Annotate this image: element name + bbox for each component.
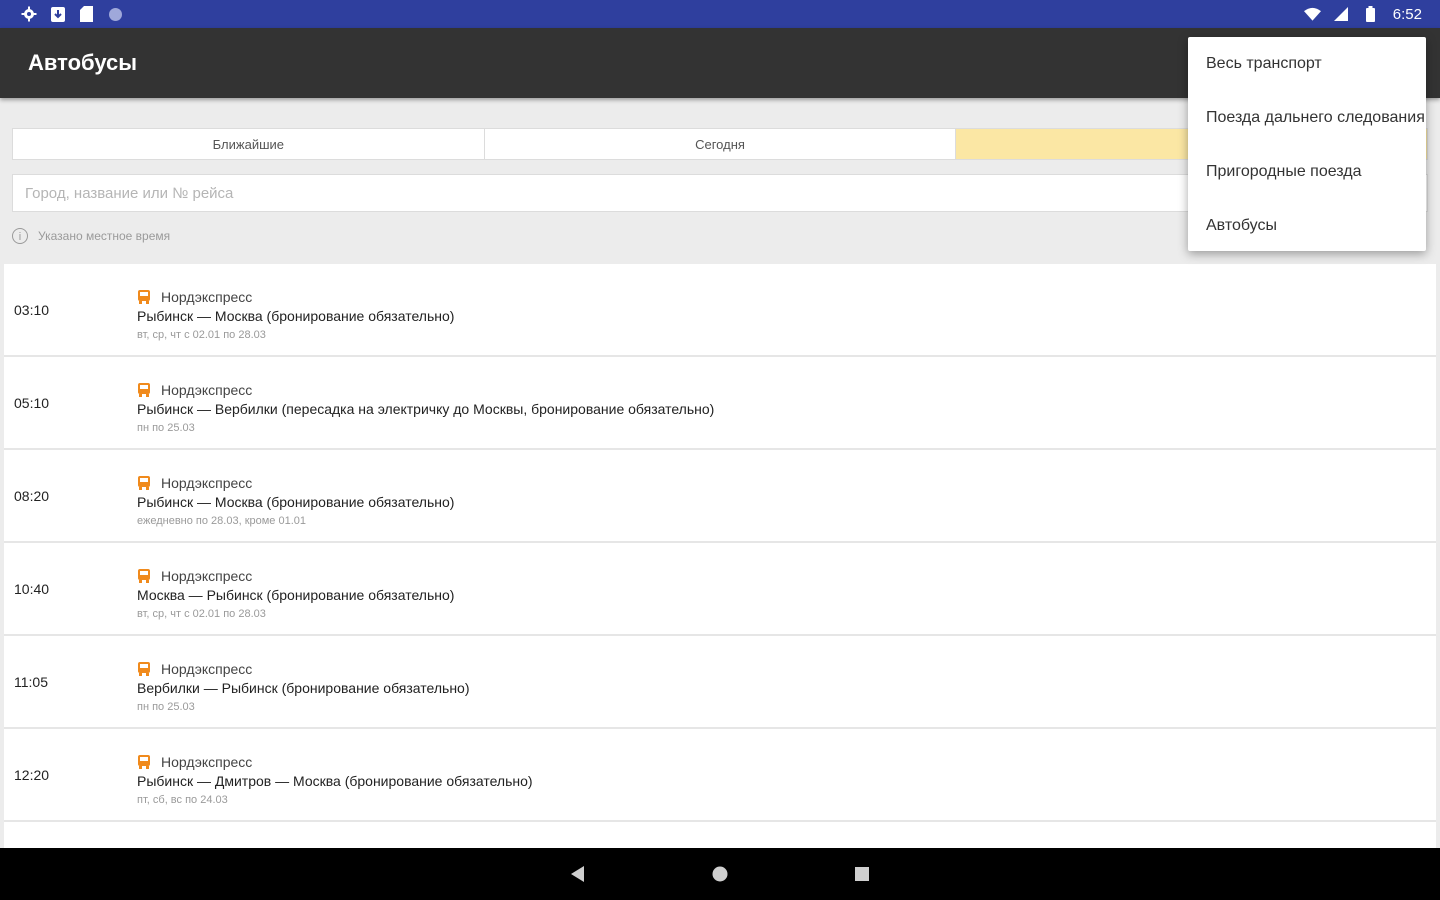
run-days: пн по 25.03 bbox=[137, 422, 195, 434]
run-days: ежедневно по 28.03, кроме 01.01 bbox=[137, 515, 307, 527]
carrier-name: Нордэкспресс bbox=[161, 753, 253, 770]
carrier-name: Нордэкспресс bbox=[161, 474, 253, 491]
departure-time: 03:10 bbox=[14, 301, 50, 318]
bus-icon bbox=[137, 568, 151, 583]
navigation-bar bbox=[0, 848, 1440, 900]
status-bar-system: 6:52 bbox=[1303, 5, 1422, 23]
run-days: пн по 25.03 bbox=[137, 701, 195, 713]
carrier-name: Нордэкспресс bbox=[161, 288, 253, 305]
list-item[interactable]: 03:10 Нордэкспресс Рыбинск — Москва (бро… bbox=[4, 264, 1436, 355]
tab-nearest[interactable]: Ближайшие bbox=[13, 129, 485, 159]
bus-icon bbox=[137, 661, 151, 676]
departure-time: 08:20 bbox=[14, 487, 50, 504]
schedule-list: 03:10 Нордэкспресс Рыбинск — Москва (бро… bbox=[4, 264, 1436, 848]
battery-icon bbox=[1362, 6, 1379, 23]
download-icon bbox=[49, 6, 66, 23]
recents-icon[interactable] bbox=[852, 864, 872, 884]
menu-item-all-transport[interactable]: Весь транспорт bbox=[1188, 37, 1426, 91]
route-name: Рыбинск — Вербилки (пересадка на электри… bbox=[137, 401, 715, 417]
run-days: вт, ср, чт с 02.01 по 28.03 bbox=[137, 329, 266, 341]
back-icon[interactable] bbox=[568, 864, 588, 884]
settings-icon bbox=[20, 6, 37, 23]
menu-item-suburban-trains[interactable]: Пригородные поезда bbox=[1188, 145, 1426, 199]
list-item[interactable]: 12:20 Нордэкспресс Рыбинск — Дмитров — М… bbox=[4, 729, 1436, 820]
list-item[interactable]: 05:10 Нордэкспресс Рыбинск — Вербилки (п… bbox=[4, 357, 1436, 448]
list-item[interactable]: 10:40 Нордэкспресс Москва — Рыбинск (бро… bbox=[4, 543, 1436, 634]
departure-time: 10:40 bbox=[14, 580, 50, 597]
route-name: Москва — Рыбинск (бронирование обязатель… bbox=[137, 587, 455, 603]
signal-icon bbox=[1333, 6, 1350, 23]
hint-text: Указано местное время bbox=[38, 229, 171, 243]
carrier-name: Нордэкспресс bbox=[161, 381, 253, 398]
clock: 6:52 bbox=[1392, 5, 1422, 23]
route-name: Рыбинск — Дмитров — Москва (бронирование… bbox=[137, 773, 533, 789]
bus-icon bbox=[137, 289, 151, 304]
home-icon[interactable] bbox=[710, 864, 730, 884]
route-name: Рыбинск — Москва (бронирование обязатель… bbox=[137, 308, 455, 324]
tab-today[interactable]: Сегодня bbox=[485, 129, 957, 159]
local-time-hint: i Указано местное время bbox=[12, 228, 170, 244]
route-name: Вербилки — Рыбинск (бронирование обязате… bbox=[137, 680, 470, 696]
departure-time: 11:05 bbox=[14, 673, 48, 690]
list-item[interactable]: 11:05 Нордэкспресс Вербилки — Рыбинск (б… bbox=[4, 636, 1436, 727]
menu-item-buses[interactable]: Автобусы bbox=[1188, 199, 1426, 253]
wifi-icon bbox=[1303, 6, 1321, 23]
departure-time: 12:20 bbox=[14, 766, 50, 783]
bus-icon bbox=[137, 475, 151, 490]
page-title: Автобусы bbox=[28, 50, 138, 75]
sd-card-icon bbox=[78, 6, 95, 23]
bus-icon bbox=[137, 382, 151, 397]
route-name: Рыбинск — Москва (бронирование обязатель… bbox=[137, 494, 455, 510]
status-bar-notifications bbox=[20, 6, 124, 23]
bus-icon bbox=[137, 754, 151, 769]
status-bar: 6:52 bbox=[0, 0, 1440, 28]
run-days: пт, сб, вс по 24.03 bbox=[137, 794, 228, 806]
list-item[interactable]: 08:20 Нордэкспресс Рыбинск — Москва (бро… bbox=[4, 450, 1436, 541]
info-icon: i bbox=[12, 228, 28, 244]
carrier-name: Нордэкспресс bbox=[161, 567, 253, 584]
carrier-name: Нордэкспресс bbox=[161, 660, 253, 677]
transport-type-menu: Весь транспорт Поезда дальнего следовани… bbox=[1188, 37, 1426, 251]
run-days: вт, ср, чт с 02.01 по 28.03 bbox=[137, 608, 266, 620]
list-item-partial[interactable] bbox=[4, 822, 1436, 848]
menu-item-long-distance-trains[interactable]: Поезда дальнего следования bbox=[1188, 91, 1426, 145]
sync-icon bbox=[107, 6, 124, 23]
departure-time: 05:10 bbox=[14, 394, 50, 411]
